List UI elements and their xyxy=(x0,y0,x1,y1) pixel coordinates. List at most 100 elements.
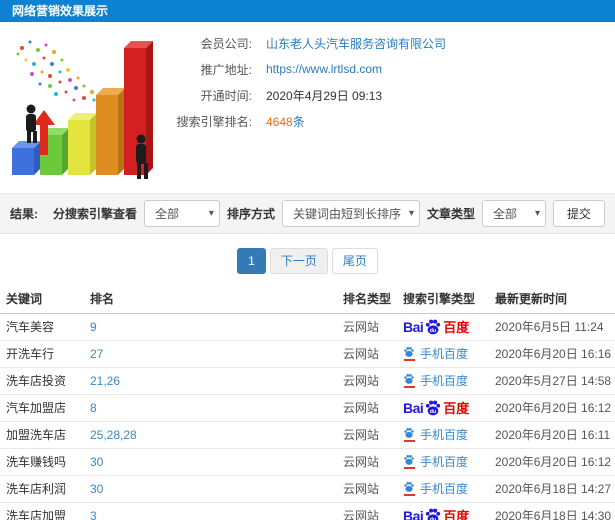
open-time-row: 开通时间: 2020年4月29日 09:13 xyxy=(160,82,446,108)
pagination: 1 下一页 尾页 xyxy=(0,248,615,274)
rank-type-cell: 云网站 xyxy=(343,367,403,395)
engine-rank-row: 搜索引擎排名: 4648条 xyxy=(160,108,446,134)
keyword-cell: 汽车美容 xyxy=(0,313,90,341)
rank-count: 4648 xyxy=(266,114,293,129)
rank-link[interactable]: 27 xyxy=(90,347,103,361)
baidu-paw-icon: du xyxy=(426,400,441,415)
keyword-cell: 汽车加盟店 xyxy=(0,394,90,422)
engine-type-cell: 手机百度 xyxy=(403,367,495,395)
open-time-label: 开通时间: xyxy=(200,88,252,103)
rank-cell: 21,26 xyxy=(90,367,343,395)
submit-button[interactable]: 提交 xyxy=(552,200,605,227)
rank-link[interactable]: 25,28,28 xyxy=(90,428,137,442)
update-time-cell: 2020年6月18日 14:30 xyxy=(495,502,615,520)
keyword-cell: 洗车店利润 xyxy=(0,475,90,503)
filter-controls: 分搜索引擎查看 全部 排序方式 关键词由短到长排序 文章类型 全部 提交 xyxy=(53,200,605,227)
engine-select[interactable]: 全部 xyxy=(143,200,220,227)
svg-text:du: du xyxy=(430,516,436,520)
mobile-baidu-text: 手机百度 xyxy=(420,374,469,388)
keyword-header: 关键词 xyxy=(0,285,90,314)
mobile-baidu-logo: 手机百度 xyxy=(403,372,468,389)
engine-type-cell: Bai du 百度 xyxy=(403,394,495,422)
rank-link[interactable]: 21,26 xyxy=(90,374,120,388)
rank-link[interactable]: 9 xyxy=(90,320,97,334)
article-type-label: 文章类型 xyxy=(426,207,475,221)
company-link[interactable]: 山东老人头汽车服务咨询有限公司 xyxy=(266,35,446,52)
keyword-cell: 洗车赚钱吗 xyxy=(0,448,90,476)
last-page-button[interactable]: 尾页 xyxy=(331,248,378,274)
rank-header: 排名 xyxy=(90,285,343,314)
baidu-du-text: 百度 xyxy=(443,509,470,520)
bar-chart-illustration xyxy=(12,40,153,179)
mobile-baidu-icon xyxy=(403,346,415,361)
rank-link[interactable]: 3 xyxy=(90,509,97,520)
engine-select-wrap: 全部 xyxy=(143,200,220,227)
sort-select-wrap: 关键词由短到长排序 xyxy=(281,200,420,227)
sort-select[interactable]: 关键词由短到长排序 xyxy=(281,200,420,227)
baidu-bai-text: Bai xyxy=(403,507,424,520)
table-header-row: 关键词 排名 排名类型 搜索引擎类型 最新更新时间 xyxy=(0,285,615,314)
update-time-cell: 2020年6月18日 14:27 xyxy=(495,475,615,503)
baidu-logo: Bai du 百度 xyxy=(403,398,469,417)
confetti-dots xyxy=(16,40,102,102)
rank-link[interactable]: 8 xyxy=(90,401,97,415)
svg-text:du: du xyxy=(430,408,436,414)
engine-type-cell: 手机百度 xyxy=(403,448,495,476)
page-1-button[interactable]: 1 xyxy=(237,248,266,274)
rank-link[interactable]: 30 xyxy=(90,482,103,496)
keyword-cell: 加盟洗车店 xyxy=(0,421,90,449)
table-row: 洗车店利润 30 云网站 手机百度 2020年6月18日 14:27 xyxy=(0,475,615,503)
svg-text:du: du xyxy=(430,327,436,333)
open-time-value: 2020年4月29日 09:13 xyxy=(266,88,383,103)
company-row: 会员公司: 山东老人头汽车服务咨询有限公司 xyxy=(160,30,446,56)
mobile-baidu-logo: 手机百度 xyxy=(403,453,468,470)
promo-url-row: 推广地址: https://www.lrtlsd.com xyxy=(160,56,446,82)
result-label: 结果: xyxy=(10,207,38,221)
mobile-baidu-icon xyxy=(403,373,415,388)
mobile-baidu-text: 手机百度 xyxy=(420,482,469,496)
table-body: 汽车美容 9 云网站 Bai du 百度 2020年6月5日 11:24 开洗车… xyxy=(0,313,615,520)
article-type-select[interactable]: 全部 xyxy=(481,200,546,227)
rank-link[interactable]: 30 xyxy=(90,455,103,469)
rank-cell: 30 xyxy=(90,475,343,503)
page-title: 网络营销效果展示 xyxy=(0,0,615,22)
update-time-header: 最新更新时间 xyxy=(495,285,615,314)
keyword-cell: 开洗车行 xyxy=(0,340,90,368)
next-page-button[interactable]: 下一页 xyxy=(269,248,328,274)
rank-type-header: 排名类型 xyxy=(343,285,403,314)
table-row: 汽车美容 9 云网站 Bai du 百度 2020年6月5日 11:24 xyxy=(0,313,615,341)
engine-type-cell: Bai du 百度 xyxy=(403,313,495,341)
company-label: 会员公司: xyxy=(200,36,252,51)
mobile-baidu-icon xyxy=(403,454,415,469)
table-row: 加盟洗车店 25,28,28 云网站 手机百度 2020年6月20日 16:11 xyxy=(0,421,615,449)
promo-url-link[interactable]: https://www.lrtlsd.com xyxy=(266,62,382,76)
engine-rank-label: 搜索引擎排名: xyxy=(176,114,252,129)
baidu-logo: Bai du 百度 xyxy=(403,506,469,520)
promo-url-label: 推广地址: xyxy=(200,62,252,77)
rank-cell: 27 xyxy=(90,340,343,368)
mobile-baidu-icon xyxy=(403,427,415,442)
update-time-cell: 2020年6月5日 11:24 xyxy=(495,313,615,341)
keyword-cell: 洗车店加盟 xyxy=(0,502,90,520)
rank-type-cell: 云网站 xyxy=(343,448,403,476)
results-table: 关键词 排名 排名类型 搜索引擎类型 最新更新时间 汽车美容 9 云网站 Bai… xyxy=(0,285,615,520)
rank-cell: 30 xyxy=(90,448,343,476)
baidu-du-text: 百度 xyxy=(443,320,470,335)
baidu-bai-text: Bai xyxy=(403,399,424,416)
table-row: 洗车店加盟 3 云网站 Bai du 百度 2020年6月18日 14:30 xyxy=(0,502,615,520)
engine-type-cell: Bai du 百度 xyxy=(403,502,495,520)
article-type-select-wrap: 全部 xyxy=(481,200,546,227)
member-info: 会员公司: 山东老人头汽车服务咨询有限公司 推广地址: https://www.… xyxy=(160,30,446,134)
rank-type-cell: 云网站 xyxy=(343,313,403,341)
filter-bar: 结果: 分搜索引擎查看 全部 排序方式 关键词由短到长排序 文章类型 全部 提交 xyxy=(0,193,615,234)
update-time-cell: 2020年5月27日 14:58 xyxy=(495,367,615,395)
keyword-cell: 洗车店投资 xyxy=(0,367,90,395)
mobile-baidu-logo: 手机百度 xyxy=(403,480,468,497)
mobile-baidu-text: 手机百度 xyxy=(420,428,469,442)
engine-filter-label: 分搜索引擎查看 xyxy=(52,207,137,221)
rank-type-cell: 云网站 xyxy=(343,502,403,520)
rank-unit: 条 xyxy=(292,114,305,129)
baidu-paw-icon: du xyxy=(426,508,441,520)
update-time-cell: 2020年6月20日 16:11 xyxy=(495,421,615,449)
rank-type-cell: 云网站 xyxy=(343,340,403,368)
